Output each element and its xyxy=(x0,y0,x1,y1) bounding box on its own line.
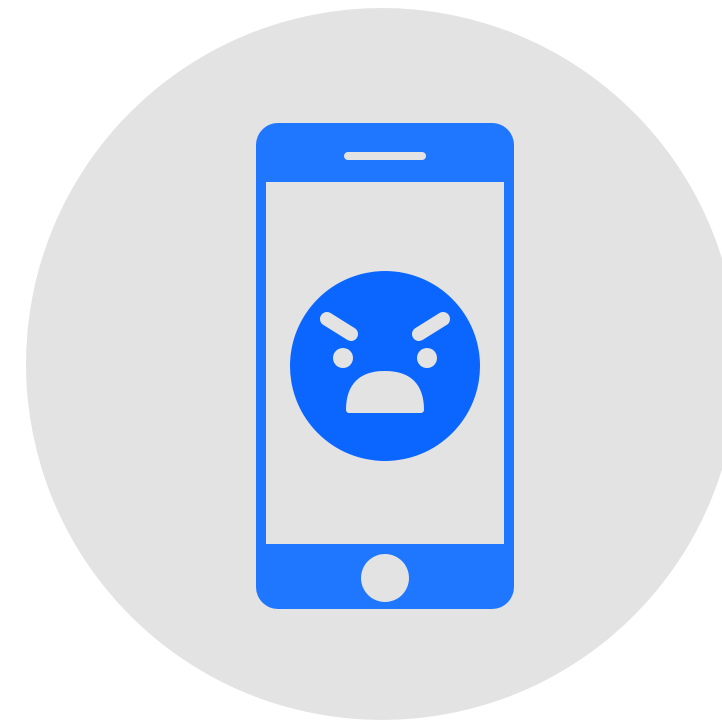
illustration-canvas xyxy=(0,0,722,728)
angry-face-icon xyxy=(290,271,480,461)
phone-speaker xyxy=(344,152,426,160)
smartphone-icon xyxy=(256,123,514,609)
frowning-mouth xyxy=(346,371,424,413)
phone-screen xyxy=(266,182,504,544)
phone-home-button xyxy=(361,554,409,602)
right-eye xyxy=(417,348,437,368)
left-eye xyxy=(333,348,353,368)
emoji-face xyxy=(290,271,480,461)
